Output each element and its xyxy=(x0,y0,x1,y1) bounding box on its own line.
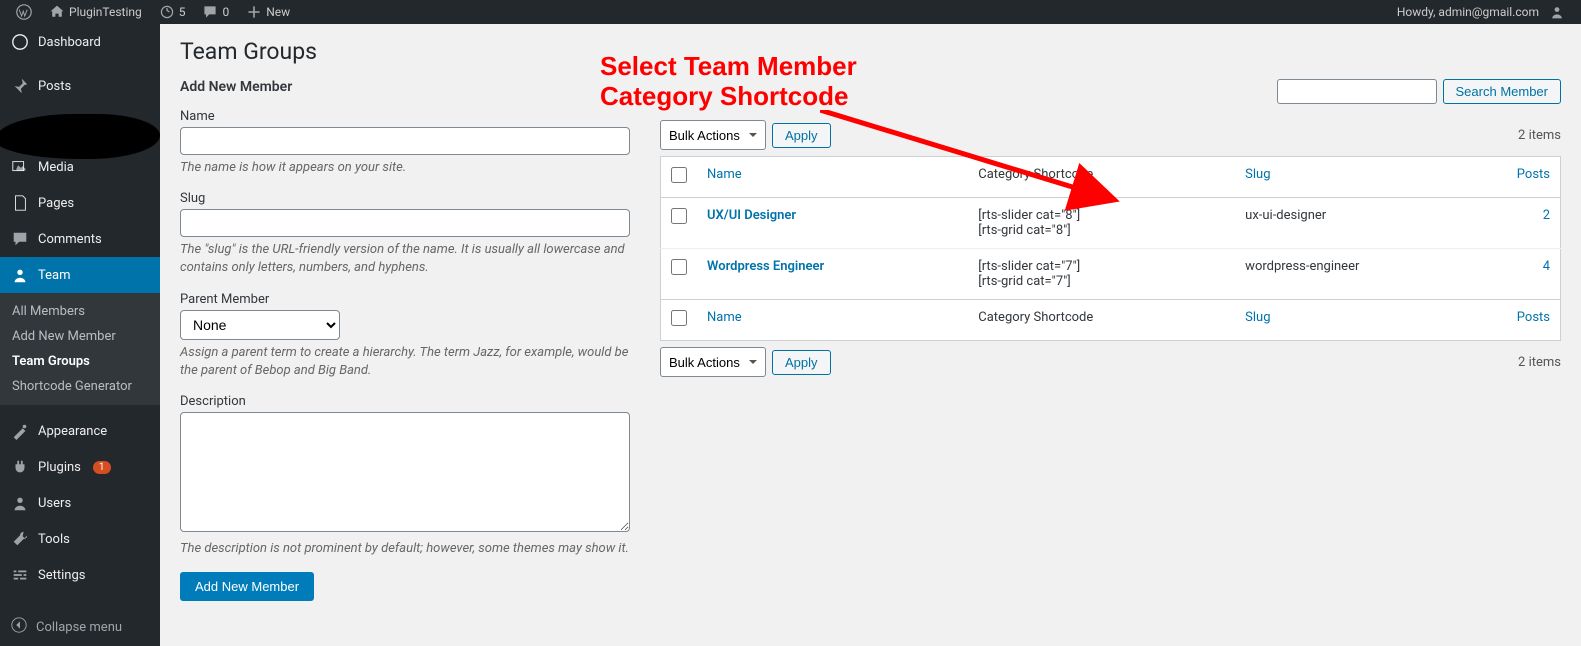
menu-tools[interactable]: Tools xyxy=(0,521,160,557)
admin-bar: PluginTesting 5 0 New Howdy, admin@gmail… xyxy=(0,0,1581,24)
settings-icon xyxy=(10,565,30,585)
table-row: Wordpress Engineer [rts-slider cat="7"][… xyxy=(661,249,1561,300)
apply-button-top[interactable]: Apply xyxy=(772,123,831,148)
col-posts[interactable]: Posts xyxy=(1517,167,1550,182)
howdy-link[interactable]: Howdy, admin@gmail.com xyxy=(1391,4,1571,20)
desc-label: Description xyxy=(180,394,630,409)
dashboard-icon xyxy=(10,32,30,52)
name-input[interactable] xyxy=(180,127,630,155)
row-checkbox[interactable] xyxy=(671,259,687,275)
row-sc1: [rts-slider cat="8"] xyxy=(978,208,1225,223)
tools-icon xyxy=(10,529,30,549)
pin-icon xyxy=(10,76,30,96)
groups-table: Name Category Shortcode Slug Posts UX/UI… xyxy=(660,156,1561,341)
menu-appearance[interactable]: Appearance xyxy=(0,413,160,449)
row-posts-link[interactable]: 2 xyxy=(1543,208,1550,223)
row-slug: wordpress-engineer xyxy=(1235,249,1500,300)
table-row: UX/UI Designer [rts-slider cat="8"][rts-… xyxy=(661,198,1561,249)
search-input[interactable] xyxy=(1277,79,1437,104)
list-column: Search Member Bulk Actions Apply 2 items… xyxy=(660,79,1561,601)
submit-button[interactable]: Add New Member xyxy=(180,572,314,601)
plugins-badge: 1 xyxy=(93,461,111,474)
parent-label: Parent Member xyxy=(180,292,630,307)
team-submenu: All Members Add New Member Team Groups S… xyxy=(0,293,160,405)
collapse-menu[interactable]: Collapse menu xyxy=(0,608,160,646)
col-name[interactable]: Name xyxy=(707,167,742,182)
users-icon xyxy=(10,493,30,513)
site-link[interactable]: PluginTesting xyxy=(43,4,148,20)
menu-pages[interactable]: Pages xyxy=(0,185,160,221)
items-count-bottom: 2 items xyxy=(1518,355,1561,370)
collapse-icon xyxy=(10,616,28,638)
items-count-top: 2 items xyxy=(1518,128,1561,143)
row-name-link[interactable]: Wordpress Engineer xyxy=(707,259,824,274)
submenu-team-groups[interactable]: Team Groups xyxy=(0,349,160,374)
redaction-scribble xyxy=(0,114,160,159)
wp-logo[interactable] xyxy=(10,4,38,20)
new-link[interactable]: New xyxy=(240,4,296,20)
row-sc2: [rts-grid cat="7"] xyxy=(978,274,1225,289)
comments-icon xyxy=(10,229,30,249)
col-slug[interactable]: Slug xyxy=(1245,167,1270,182)
parent-select[interactable]: None xyxy=(180,310,340,340)
slug-desc: The "slug" is the URL-friendly version o… xyxy=(180,241,630,277)
pages-icon xyxy=(10,193,30,213)
search-button[interactable]: Search Member xyxy=(1443,79,1561,104)
admin-sidebar: Dashboard Posts Media Pages Comments Tea… xyxy=(0,24,160,646)
row-sc1: [rts-slider cat="7"] xyxy=(978,259,1225,274)
menu-posts[interactable]: Posts xyxy=(0,68,160,104)
col-posts-foot[interactable]: Posts xyxy=(1517,310,1550,325)
submenu-shortcode-gen[interactable]: Shortcode Generator xyxy=(0,374,160,399)
menu-dashboard[interactable]: Dashboard xyxy=(0,24,160,60)
row-posts-link[interactable]: 4 xyxy=(1543,259,1550,274)
col-name-foot[interactable]: Name xyxy=(707,310,742,325)
team-icon xyxy=(10,265,30,285)
col-slug-foot[interactable]: Slug xyxy=(1245,310,1270,325)
menu-plugins[interactable]: Plugins1 xyxy=(0,449,160,485)
slug-label: Slug xyxy=(180,191,630,206)
col-cat-foot: Category Shortcode xyxy=(968,300,1235,341)
desc-desc: The description is not prominent by defa… xyxy=(180,540,630,558)
updates-link[interactable]: 5 xyxy=(153,4,192,20)
menu-comments[interactable]: Comments xyxy=(0,221,160,257)
apply-button-bottom[interactable]: Apply xyxy=(772,350,831,375)
row-sc2: [rts-grid cat="8"] xyxy=(978,223,1225,238)
add-new-heading: Add New Member xyxy=(180,79,630,95)
desc-textarea[interactable] xyxy=(180,412,630,532)
comments-bubble[interactable]: 0 xyxy=(196,4,235,20)
content-area: Team Groups Select Team Member Category … xyxy=(160,24,1581,646)
row-checkbox[interactable] xyxy=(671,208,687,224)
select-all-top[interactable] xyxy=(671,167,687,183)
bulk-select-bottom[interactable]: Bulk Actions xyxy=(660,347,766,377)
menu-team[interactable]: Team xyxy=(0,257,160,293)
row-name-link[interactable]: UX/UI Designer xyxy=(707,208,796,223)
plugins-icon xyxy=(10,457,30,477)
add-form-column: Add New Member Name The name is how it a… xyxy=(180,79,630,601)
appearance-icon xyxy=(10,421,30,441)
submenu-all-members[interactable]: All Members xyxy=(0,299,160,324)
menu-settings[interactable]: Settings xyxy=(0,557,160,593)
media-icon xyxy=(10,157,30,177)
page-title: Team Groups xyxy=(180,38,1561,65)
select-all-bottom[interactable] xyxy=(671,310,687,326)
name-desc: The name is how it appears on your site. xyxy=(180,159,630,177)
row-slug: ux-ui-designer xyxy=(1235,198,1500,249)
name-label: Name xyxy=(180,109,630,124)
col-cat: Category Shortcode xyxy=(968,157,1235,198)
parent-desc: Assign a parent term to create a hierarc… xyxy=(180,344,630,380)
menu-users[interactable]: Users xyxy=(0,485,160,521)
bulk-select-top[interactable]: Bulk Actions xyxy=(660,120,766,150)
submenu-add-new[interactable]: Add New Member xyxy=(0,324,160,349)
slug-input[interactable] xyxy=(180,209,630,237)
